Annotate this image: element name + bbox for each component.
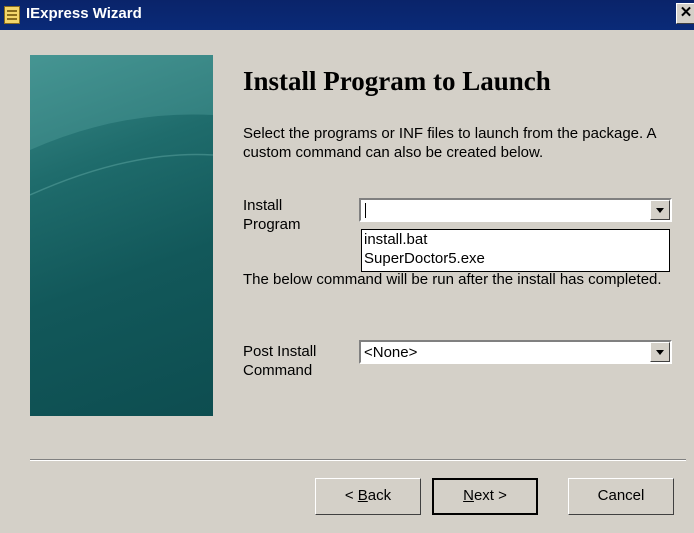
dropdown-option-install-bat[interactable]: install.bat bbox=[362, 230, 669, 249]
text-caret bbox=[365, 203, 366, 218]
window-title: IExpress Wizard bbox=[26, 5, 142, 22]
iexpress-app-icon bbox=[4, 6, 20, 24]
close-button[interactable]: ✕ bbox=[676, 3, 694, 24]
page-description: Select the programs or INF files to laun… bbox=[243, 125, 656, 161]
post-install-description: The below command will be run after the … bbox=[243, 271, 662, 288]
install-program-combobox[interactable] bbox=[359, 198, 672, 222]
back-button[interactable]: < Back bbox=[315, 478, 421, 515]
page-title: Install Program to Launch bbox=[243, 66, 551, 96]
title-bar[interactable]: IExpress Wizard ✕ bbox=[0, 0, 694, 30]
install-program-dropdown-list[interactable]: install.bat SuperDoctor5.exe bbox=[361, 229, 670, 272]
wizard-banner-image bbox=[30, 55, 213, 416]
post-install-dropdown-arrow[interactable] bbox=[650, 342, 670, 362]
footer-separator bbox=[30, 459, 686, 461]
post-install-command-label: Post Install Command bbox=[243, 343, 317, 379]
post-install-command-value[interactable]: <None> bbox=[364, 343, 417, 362]
install-program-label: Install Program bbox=[243, 197, 301, 233]
install-program-dropdown-arrow[interactable] bbox=[650, 200, 670, 220]
next-button[interactable]: Next > bbox=[432, 478, 538, 515]
dropdown-option-superdoctor5-exe[interactable]: SuperDoctor5.exe bbox=[362, 249, 669, 268]
cancel-button[interactable]: Cancel bbox=[568, 478, 674, 515]
post-install-command-combobox[interactable]: <None> bbox=[359, 340, 672, 364]
